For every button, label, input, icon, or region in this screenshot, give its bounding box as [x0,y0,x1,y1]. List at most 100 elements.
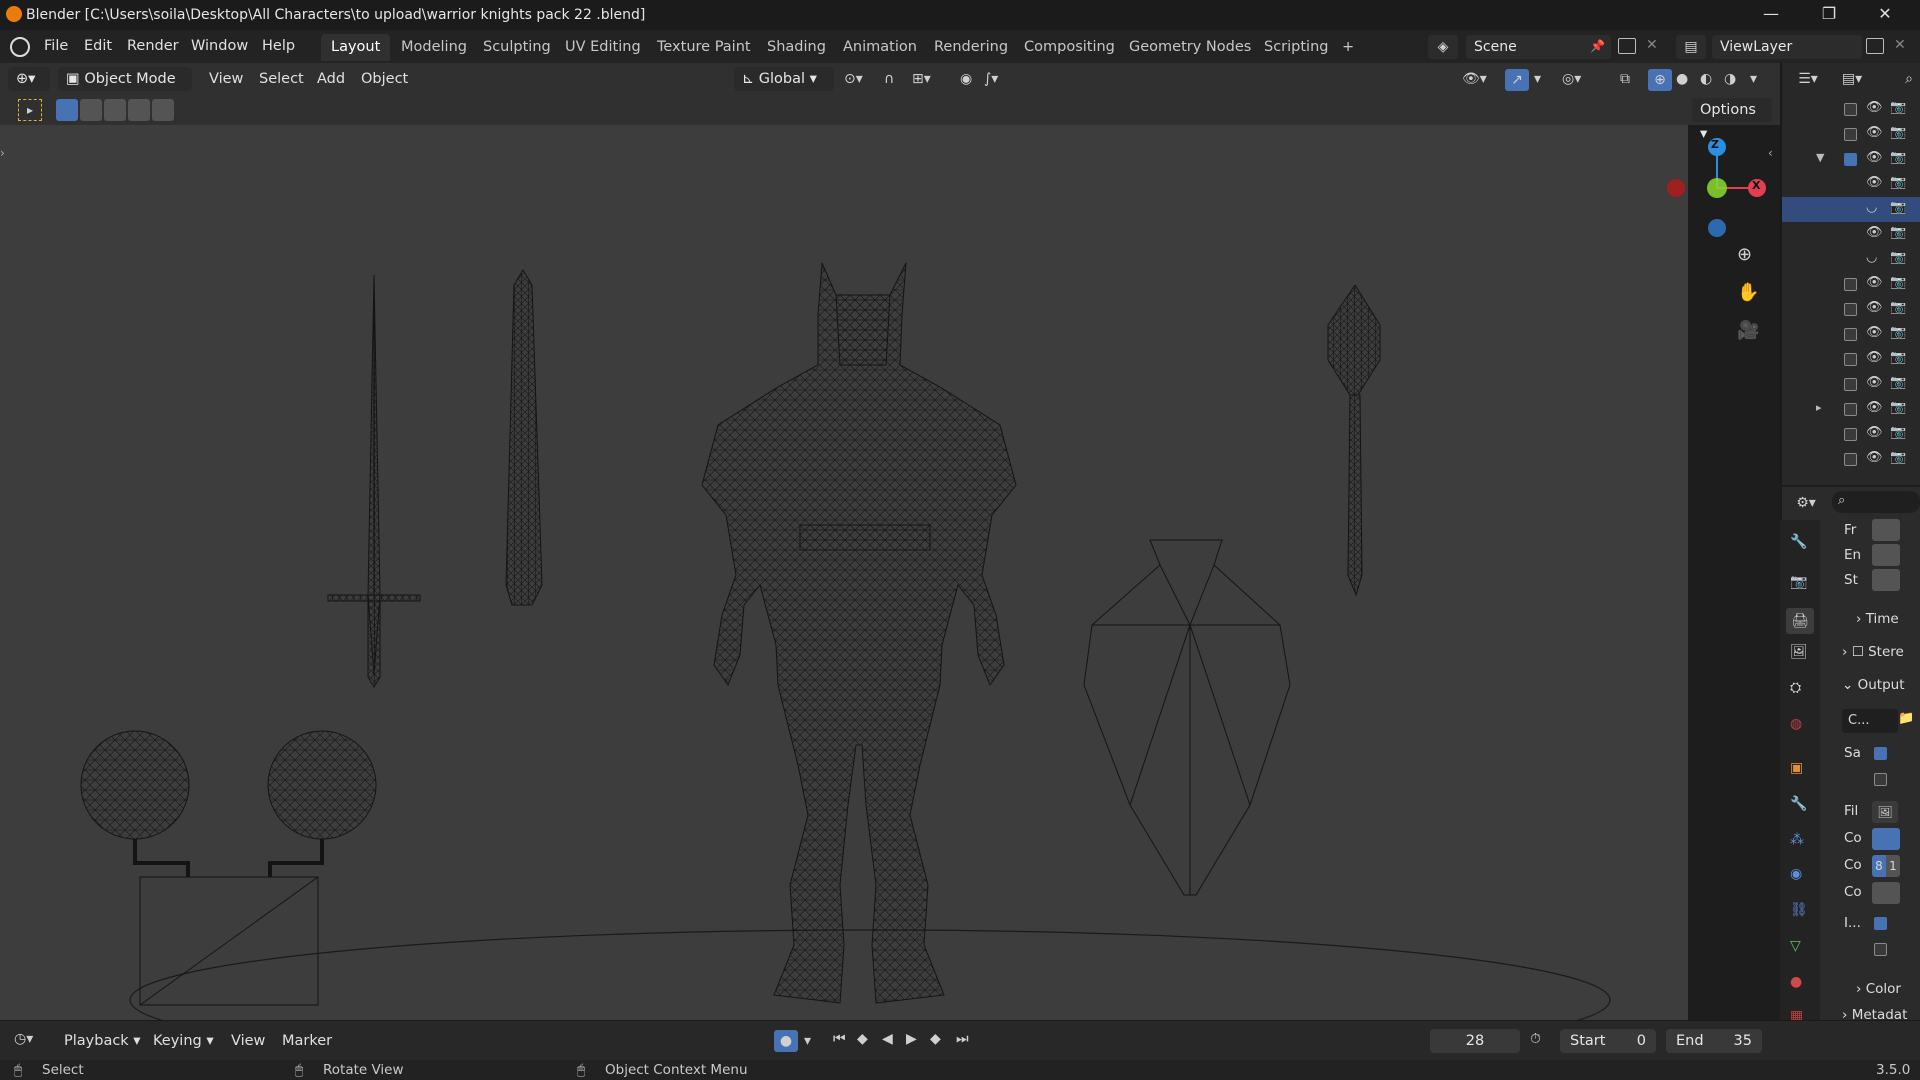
eye-icon[interactable]: 👁 [1866,300,1883,315]
output-path-field[interactable]: C... [1842,709,1898,733]
folder-icon[interactable]: 📁 [1898,711,1914,726]
menu-edit[interactable]: Edit [84,30,112,63]
exclude-checkbox[interactable] [1844,453,1857,466]
menu-timeline-view[interactable]: View [231,1021,265,1061]
select-tool-icon[interactable]: ▸ [18,99,42,121]
timeline-editor-icon[interactable]: ◷▾ [14,1031,33,1047]
image-format-icon[interactable]: 🖼 [1872,801,1898,823]
tool-tab-icon[interactable]: 🔧 [1790,534,1807,550]
tab-uv-editing[interactable]: UV Editing [555,34,651,61]
stereo-panel-header[interactable]: › ☐ Stere [1842,644,1904,660]
outliner-row[interactable]: ◡ 📷 [1782,247,1920,272]
tab-texture-paint[interactable]: Texture Paint [647,34,761,61]
data-tab-icon[interactable]: ▽ [1790,938,1801,954]
render-camera-icon[interactable]: 📷 [1890,400,1906,415]
compression-field[interactable] [1872,882,1900,904]
world-tab-icon[interactable]: ◍ [1790,716,1802,732]
render-camera-icon[interactable]: 📷 [1890,325,1906,340]
eye-icon[interactable]: 👁 [1866,125,1883,140]
falloff-icon[interactable]: ∫▾ [984,71,998,87]
render-camera-icon[interactable]: 📷 [1890,350,1906,365]
eye-icon[interactable]: 👁 [1866,450,1883,465]
eye-icon[interactable]: 👁 [1866,225,1883,240]
mode-dropdown[interactable]: ▣ Object Mode ▾ [58,67,192,111]
eye-icon[interactable]: 👁 [1866,275,1883,290]
overlay-icon[interactable]: ◎▾ [1562,71,1581,87]
exclude-checkbox[interactable] [1844,403,1857,416]
exclude-checkbox[interactable] [1844,278,1857,291]
viewlayer-selector-icon[interactable]: ▤ [1676,35,1706,59]
outliner-row[interactable]: 👁 📷 [1782,322,1920,347]
render-camera-icon[interactable]: 📷 [1890,125,1906,140]
output-panel-header[interactable]: ⌄ Output [1842,677,1905,693]
menu-view[interactable]: View [209,63,243,95]
outliner-row[interactable]: 👁 📷 [1782,222,1920,247]
physics-tab-icon[interactable]: ◉ [1790,866,1802,882]
play-icon[interactable]: ▶ [906,1031,917,1047]
exclude-checkbox[interactable] [1844,378,1857,391]
outliner-editor-icon[interactable]: ☰▾ [1790,67,1826,91]
pin-icon[interactable]: 📌 [1590,39,1605,53]
modifier-tab-icon[interactable]: 🔧 [1790,796,1807,812]
render-camera-icon[interactable]: 📷 [1890,425,1906,440]
outliner-row[interactable]: 👁 📷 [1782,422,1920,447]
particles-tab-icon[interactable]: ⁂ [1790,832,1804,848]
zoom-icon[interactable]: ⊕ [1737,244,1752,265]
tab-animation[interactable]: Animation [833,34,927,61]
tab-geometry-nodes[interactable]: Geometry Nodes [1119,34,1261,61]
tab-shading[interactable]: Shading [757,34,836,61]
render-camera-icon[interactable]: 📷 [1890,300,1906,315]
wireframe-shading-icon[interactable]: ⊕ [1648,69,1672,91]
menu-window[interactable]: Window [191,30,248,63]
eye-icon[interactable]: 👁 [1866,150,1883,165]
option-checkbox-2[interactable] [1874,773,1887,786]
select-extend-icon[interactable] [80,99,102,121]
visibility-icon[interactable]: 👁▾ [1462,71,1487,87]
outliner-row[interactable]: ◡ 📷 [1782,197,1920,222]
tab-sculpting[interactable]: Sculpting [473,34,561,61]
tab-scripting[interactable]: Scripting [1254,34,1338,61]
prev-keyframe-icon[interactable]: ◆ [857,1031,868,1047]
pivot-point-icon[interactable]: ⊙▾ [844,71,863,87]
jump-end-icon[interactable]: ⏭ [956,1031,969,1047]
menu-file[interactable]: File [44,30,68,63]
outliner-row[interactable]: 👁 📷 [1782,297,1920,322]
xray-icon[interactable]: ⧉ [1620,71,1630,87]
outliner-row[interactable]: 👁 📷 [1782,447,1920,472]
constraints-tab-icon[interactable]: ⛓ [1790,902,1808,918]
outliner-row[interactable]: 👁 📷 [1782,372,1920,397]
gizmo-dropdown-icon[interactable]: ▾ [1534,71,1541,87]
eye-icon[interactable]: 👁 [1866,350,1883,365]
render-camera-icon[interactable]: 📷 [1890,150,1906,165]
frame-field-3[interactable] [1872,569,1900,591]
select-subtract-icon[interactable] [104,99,126,121]
frame-field-1[interactable] [1872,519,1900,541]
render-camera-icon[interactable]: 📷 [1890,275,1906,290]
options-dropdown[interactable]: Options ▾ [1692,98,1772,142]
eye-icon[interactable]: 👁 [1866,375,1883,390]
material-tab-icon[interactable]: ● [1790,974,1802,990]
sword-mesh[interactable] [327,274,421,688]
exclude-checkbox[interactable] [1844,303,1857,316]
solid-shading-icon[interactable]: ● [1676,71,1688,87]
auto-keying-button[interactable]: ● [774,1030,798,1052]
render-tab-icon[interactable]: 📷 [1790,574,1807,590]
minimize-button[interactable]: — [1748,0,1794,30]
hidden-eye-icon[interactable]: ◡ [1866,200,1877,215]
outliner-row[interactable]: ▸ 👁 📷 [1782,397,1920,422]
axis-gizmo[interactable]: Z X [1688,125,1780,245]
tab-compositing[interactable]: Compositing [1014,34,1125,61]
menu-marker[interactable]: Marker [282,1021,332,1061]
properties-editor-icon[interactable]: ⚙▾ [1788,491,1824,515]
output-tab-icon[interactable]: 🖨 [1786,608,1814,634]
color-depth-8[interactable]: 8 [1872,855,1886,877]
render-camera-icon[interactable]: 📷 [1890,450,1906,465]
scene-tab-icon[interactable]: ⛭ [1790,680,1801,696]
shield-mesh[interactable] [1083,539,1291,896]
eye-icon[interactable]: 👁 [1866,100,1883,115]
outliner-search-icon[interactable]: ⌕ [1898,67,1920,91]
toolbar-toggle-icon[interactable]: › [0,146,5,160]
start-frame-field[interactable]: Start 0 [1560,1029,1656,1053]
play-reverse-icon[interactable]: ◀ [882,1031,893,1047]
image-sequence-checkbox[interactable] [1874,917,1887,930]
